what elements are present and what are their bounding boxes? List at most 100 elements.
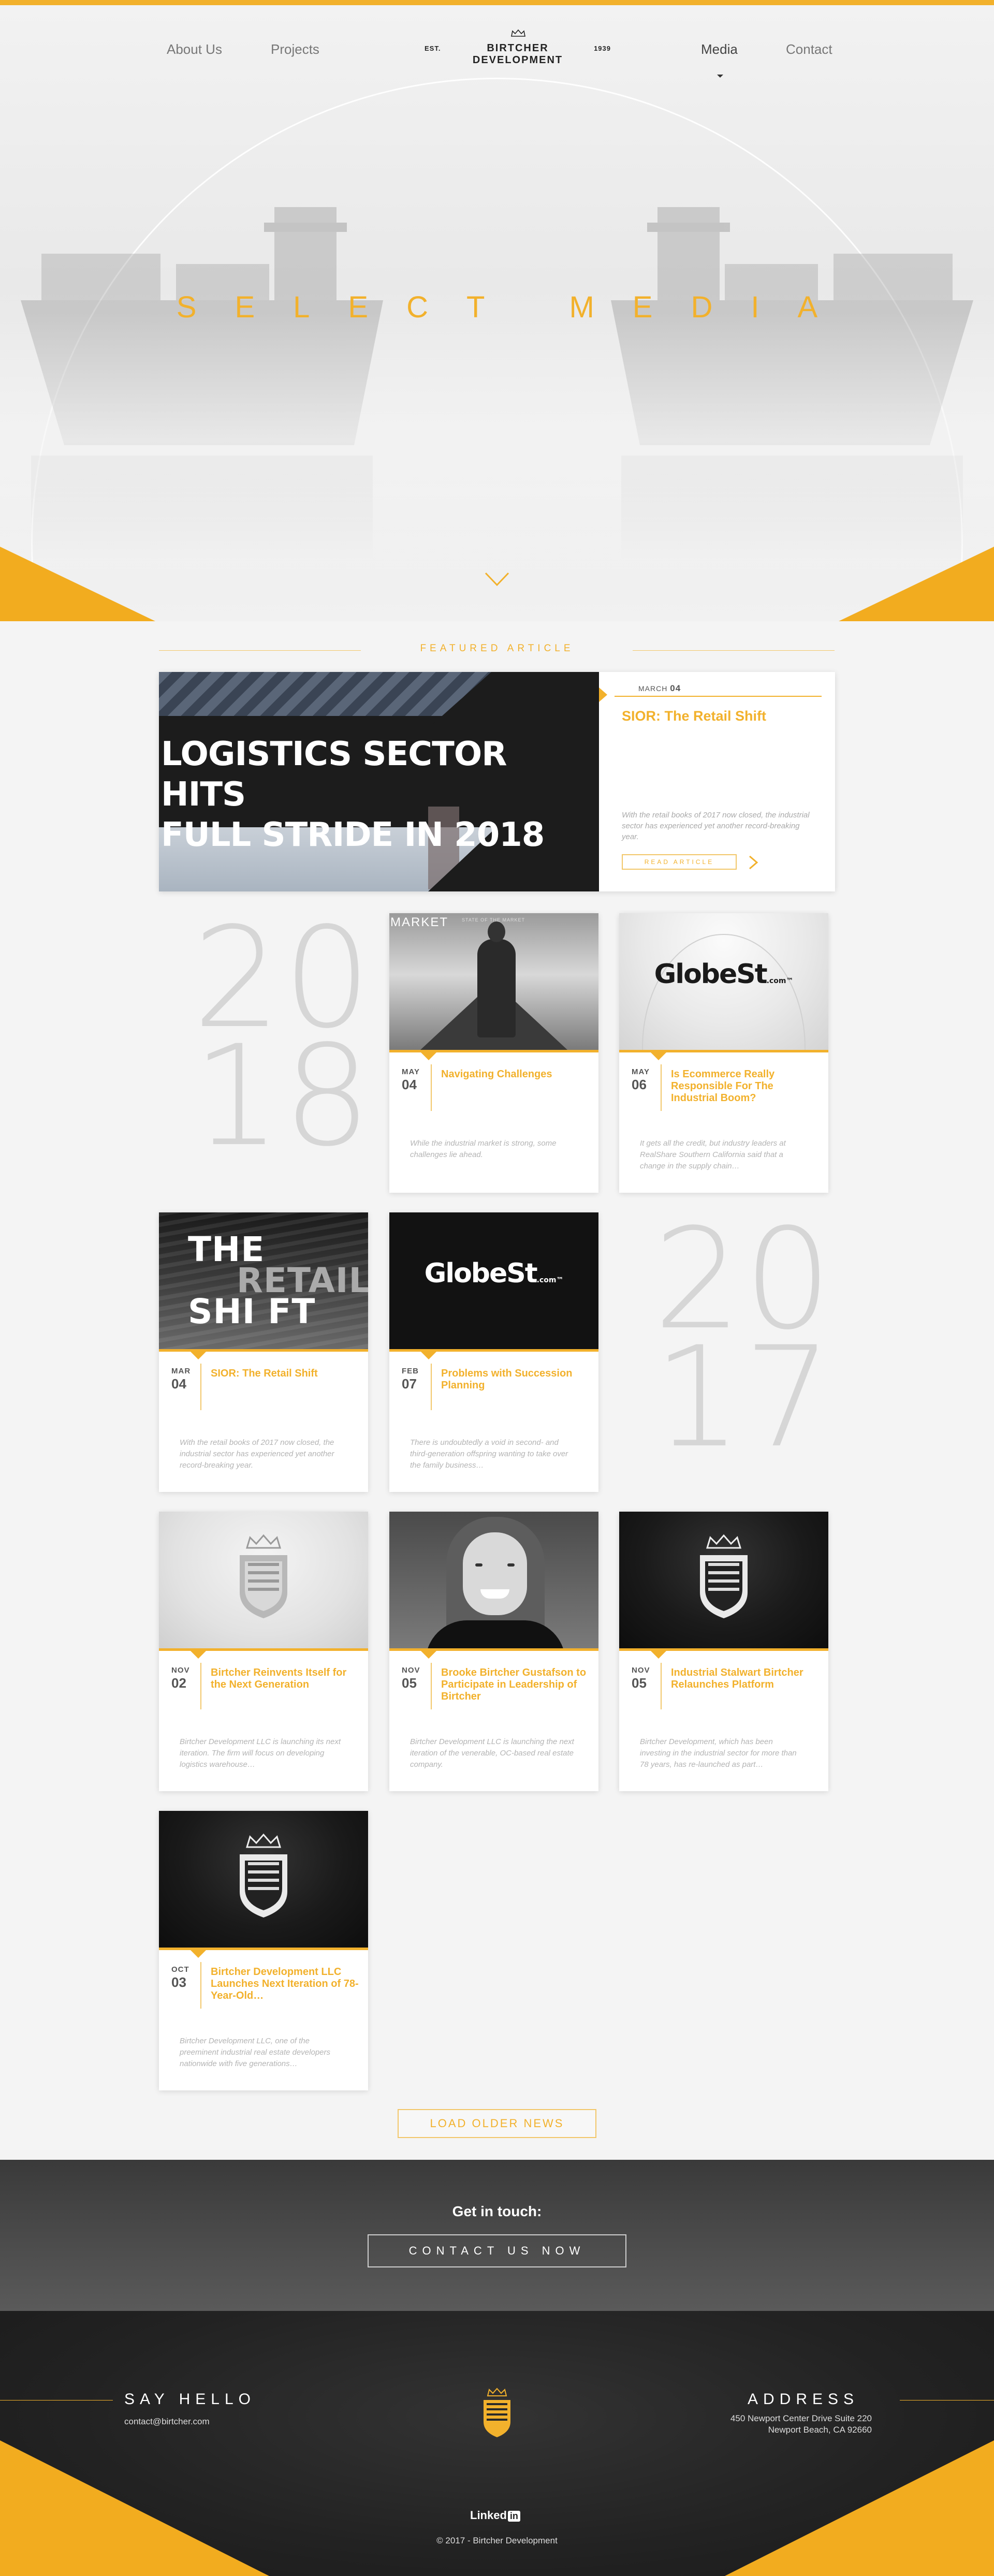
- linkedin-icon[interactable]: Linked in: [470, 2509, 520, 2522]
- birtcher-crest-icon: [240, 1534, 287, 1618]
- featured-section-label: FEATURED ARTICLE: [420, 643, 574, 654]
- featured-image-headline: LOGISTICS SECTOR HITS FULL STRIDE IN 201…: [161, 735, 545, 854]
- card-day: 02: [171, 1675, 186, 1691]
- card-month: OCT: [171, 1965, 189, 1974]
- birtcher-crest-icon: [700, 1534, 748, 1618]
- card-pointer-icon: [190, 1950, 207, 1958]
- card-excerpt: While the industrial market is strong, s…: [410, 1139, 557, 1159]
- featured-date-underline: [615, 696, 822, 697]
- copyright-text: © 2017 - Birtcher Development: [436, 2536, 558, 2545]
- card-day: 05: [632, 1675, 647, 1691]
- card-month: MAY: [402, 1067, 420, 1076]
- logo-est: EST.: [425, 45, 441, 52]
- card-day: 03: [171, 1974, 186, 1990]
- say-hello-heading: SAY HELLO: [124, 2391, 256, 2408]
- card-title[interactable]: Industrial Stalwart Birtcher Relaunches …: [671, 1667, 821, 1691]
- card-excerpt: It gets all the credit, but industry lea…: [640, 1139, 786, 1170]
- footer-corner-right: [725, 2440, 994, 2576]
- address-line-2: Newport Beach, CA 92660: [768, 2425, 872, 2435]
- birtcher-crest-icon: [240, 1833, 287, 1918]
- card-title[interactable]: SIOR: The Retail Shift: [211, 1368, 361, 1380]
- card-day: 05: [402, 1675, 417, 1691]
- news-card[interactable]: NOV 02 Birtcher Reinvents Itself for the…: [159, 1512, 368, 1791]
- nav-contact[interactable]: Contact: [786, 41, 832, 57]
- address-divider: [900, 2400, 994, 2401]
- card-title[interactable]: Birtcher Reinvents Itself for the Next G…: [211, 1667, 361, 1691]
- news-card[interactable]: NOV 05 Industrial Stalwart Birtcher Rela…: [619, 1512, 828, 1791]
- card-pointer-icon: [650, 1052, 667, 1060]
- featured-date: MARCH 04: [638, 683, 681, 693]
- year-label-2017: 20 17: [653, 1199, 835, 1479]
- card-excerpt: Birtcher Development LLC is launching th…: [410, 1737, 574, 1769]
- news-card[interactable]: GlobeSt.com™ MAY 06 Is Ecommerce Really …: [619, 913, 828, 1193]
- card-title[interactable]: Is Ecommerce Really Responsible For The …: [671, 1069, 821, 1104]
- load-older-news-button[interactable]: LOAD OLDER NEWS: [398, 2109, 596, 2138]
- birtcher-crest-icon[interactable]: [479, 2387, 515, 2438]
- featured-article-image[interactable]: LOGISTICS SECTOR HITS FULL STRIDE IN 201…: [159, 672, 599, 891]
- card-excerpt: There is undoubtedly a void in second- a…: [410, 1438, 568, 1470]
- nav-about-us[interactable]: About Us: [167, 41, 222, 57]
- news-card[interactable]: MARKET STATE OF THE MARKET MAY 04 Naviga…: [389, 913, 598, 1193]
- crown-icon: [511, 29, 525, 37]
- chevron-right-icon[interactable]: [748, 855, 759, 870]
- card-title[interactable]: Birtcher Development LLC Launches Next I…: [211, 1966, 361, 2002]
- contact-us-now-button[interactable]: CONTACT US NOW: [368, 2234, 626, 2267]
- card-month: NOV: [402, 1666, 420, 1675]
- card-pointer-icon: [420, 1052, 437, 1060]
- news-card[interactable]: OCT 03 Birtcher Development LLC Launches…: [159, 1811, 368, 2090]
- scroll-down-chevron-icon[interactable]: [485, 572, 509, 587]
- card-image[interactable]: GlobeSt.com™: [389, 1212, 598, 1349]
- hero-fog: [0, 311, 994, 569]
- nav-active-indicator-icon: [717, 75, 723, 78]
- address-line-1: 450 Newport Center Drive Suite 220: [730, 2413, 872, 2423]
- top-accent-bar: [0, 0, 994, 5]
- logo-name: BIRTCHER DEVELOPMENT: [472, 42, 563, 66]
- card-day: 04: [171, 1376, 186, 1392]
- featured-article-card[interactable]: LOGISTICS SECTOR HITS FULL STRIDE IN 201…: [159, 672, 835, 891]
- nav-media[interactable]: Media: [701, 41, 738, 57]
- card-day: 07: [402, 1376, 417, 1392]
- card-image[interactable]: [159, 1512, 368, 1648]
- card-month: NOV: [171, 1666, 190, 1675]
- card-pointer-icon: [190, 1351, 207, 1359]
- featured-title[interactable]: SIOR: The Retail Shift: [622, 708, 766, 724]
- read-article-button[interactable]: READ ARTICLE: [622, 854, 737, 870]
- contact-email-link[interactable]: contact@birtcher.com: [124, 2417, 210, 2427]
- card-title[interactable]: Problems with Succession Planning: [441, 1368, 591, 1392]
- footer-corner-left: [0, 2440, 269, 2576]
- card-excerpt: With the retail books of 2017 now closed…: [180, 1438, 334, 1470]
- logo-year: 1939: [594, 45, 611, 52]
- card-pointer-icon: [420, 1650, 437, 1659]
- card-excerpt: Birtcher Development LLC is launching it…: [180, 1737, 341, 1769]
- card-month: NOV: [632, 1666, 650, 1675]
- featured-divider-right: [633, 650, 835, 651]
- featured-excerpt: With the retail books of 2017 now closed…: [622, 811, 810, 841]
- globest-logo: GlobeSt.com™: [424, 1258, 564, 1289]
- nav-projects[interactable]: Projects: [271, 41, 319, 57]
- news-card[interactable]: GlobeSt.com™ FEB 07 Problems with Succes…: [389, 1212, 598, 1492]
- card-image[interactable]: [389, 1512, 598, 1648]
- card-month: MAR: [171, 1367, 191, 1375]
- card-image[interactable]: [619, 1512, 828, 1648]
- card-month: MAY: [632, 1067, 650, 1076]
- get-in-touch-title: Get in touch:: [452, 2203, 542, 2219]
- globest-logo: GlobeSt.com™: [654, 959, 794, 990]
- card-excerpt: Birtcher Development LLC, one of the pre…: [180, 2037, 330, 2068]
- card-pointer-icon: [190, 1650, 207, 1659]
- news-card[interactable]: THE RETAIL SHI FT MAR 04 SIOR: The Retai…: [159, 1212, 368, 1492]
- card-image[interactable]: MARKET STATE OF THE MARKET: [389, 913, 598, 1050]
- hero-section: About Us Projects Media Contact EST. BIR…: [0, 0, 994, 621]
- card-excerpt: Birtcher Development, which has been inv…: [640, 1737, 797, 1769]
- news-card[interactable]: NOV 05 Brooke Birtcher Gustafson to Part…: [389, 1512, 598, 1791]
- site-logo[interactable]: EST. BIRTCHER DEVELOPMENT 1939: [425, 29, 611, 66]
- card-day: 04: [402, 1077, 417, 1092]
- get-in-touch-section: Get in touch: CONTACT US NOW: [0, 2160, 994, 2311]
- card-image[interactable]: GlobeSt.com™: [619, 913, 828, 1050]
- card-title[interactable]: Brooke Birtcher Gustafson to Participate…: [441, 1667, 591, 1703]
- card-image[interactable]: [159, 1811, 368, 1948]
- card-month: FEB: [402, 1367, 419, 1375]
- card-image[interactable]: THE RETAIL SHI FT: [159, 1212, 368, 1349]
- card-pointer-icon: [420, 1351, 437, 1359]
- card-title[interactable]: Navigating Challenges: [441, 1069, 591, 1080]
- site-footer: SAY HELLO contact@birtcher.com ADDRESS 4…: [0, 2311, 994, 2576]
